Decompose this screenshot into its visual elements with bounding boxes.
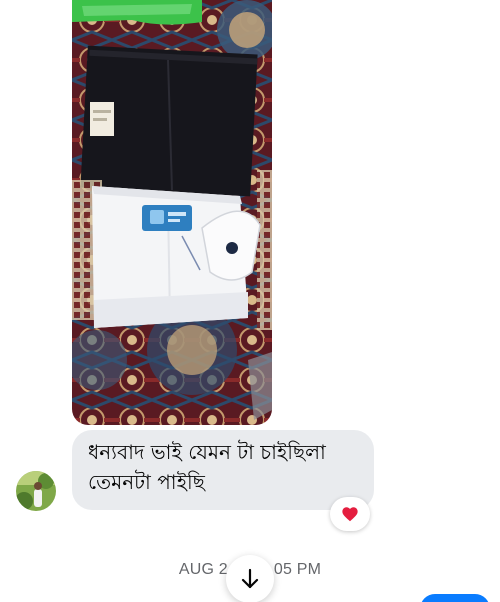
avatar[interactable] — [16, 471, 56, 511]
message-line-2: তেমনটা পাইছি — [88, 470, 205, 494]
heart-icon — [342, 507, 358, 522]
timestamp-date: AUG 2 — [178, 561, 228, 578]
arrow-down-icon — [241, 568, 259, 589]
message-bubble[interactable]: ধন্যবাদ ভাই যেমন টা চাইছিলা তেমনটা পাইছি — [72, 430, 374, 510]
scroll-to-bottom-button[interactable] — [226, 555, 274, 602]
photo-image — [72, 0, 272, 425]
timestamp-time: 05 PM — [273, 561, 322, 578]
photo-attachment[interactable] — [72, 0, 272, 425]
reaction-badge[interactable] — [330, 497, 370, 531]
sent-message-bubble-partial[interactable] — [420, 594, 490, 602]
message-thread: ধন্যবাদ ভাই যেমন টা চাইছিলা তেমনটা পাইছি… — [0, 0, 500, 602]
avatar-image — [16, 471, 56, 511]
message-line-1: ধন্যবাদ ভাই যেমন টা চাইছিলা — [88, 440, 326, 464]
